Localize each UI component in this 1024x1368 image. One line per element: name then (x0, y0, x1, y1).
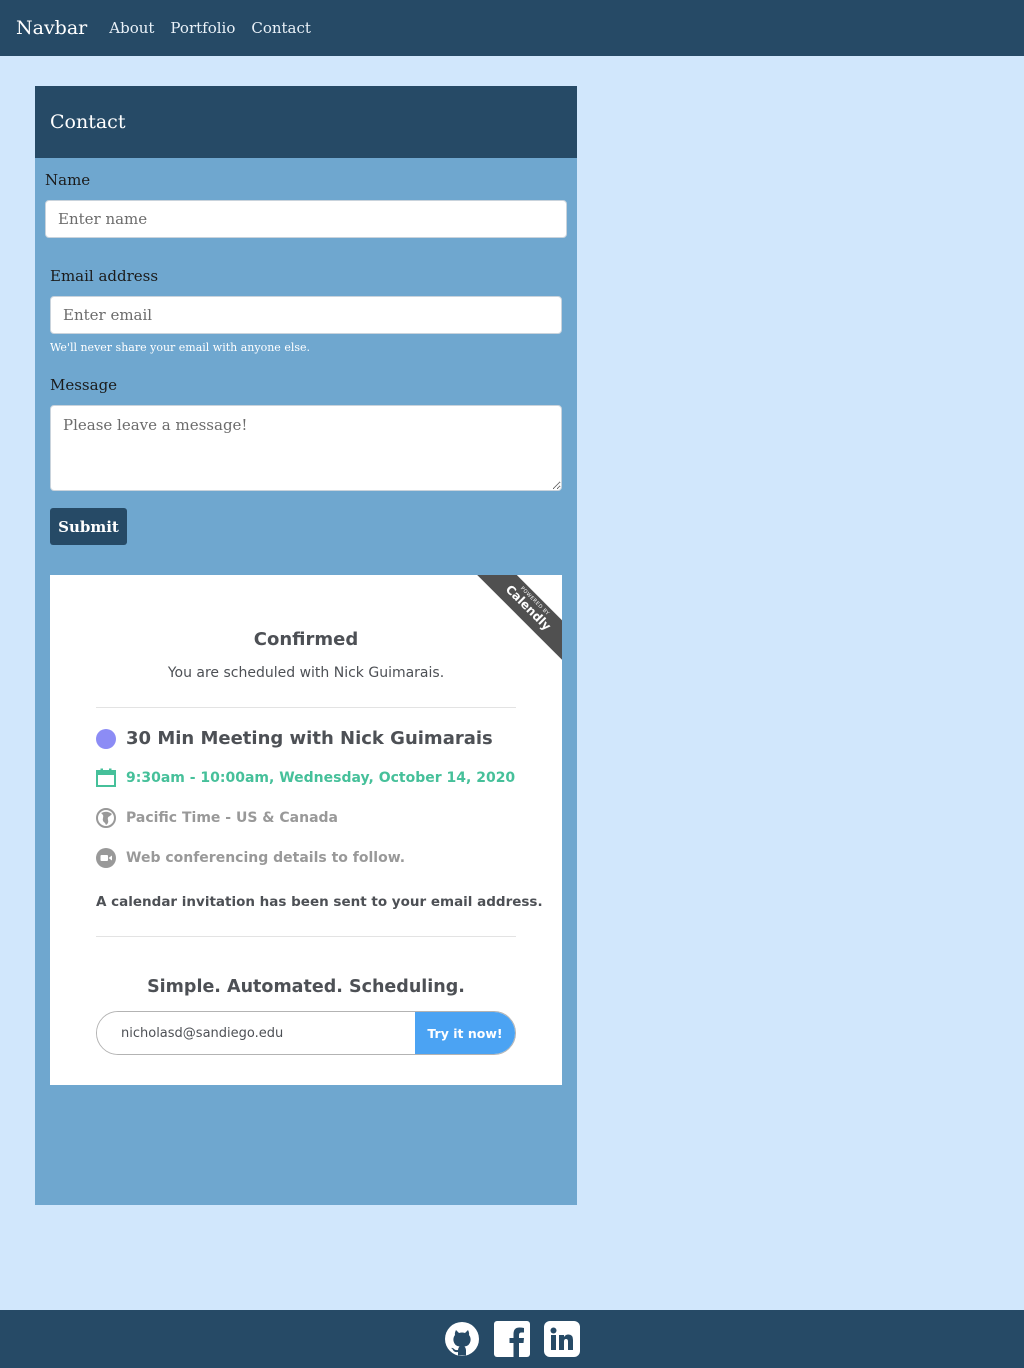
confirmation-subtitle: You are scheduled with Nick Guimarais. (167, 665, 445, 681)
facebook-icon[interactable] (494, 1321, 530, 1357)
navbar-brand[interactable]: Navbar (16, 17, 87, 39)
meeting-name: 30 Min Meeting with Nick Guimarais (126, 728, 493, 749)
nav-link-contact[interactable]: Contact (251, 19, 311, 37)
signup-email-input[interactable] (97, 1012, 415, 1054)
conferencing-text: Web conferencing details to follow. (126, 850, 406, 866)
message-label: Message (50, 376, 118, 394)
timezone-row: Pacific Time - US & Canada (96, 808, 338, 828)
name-input[interactable] (45, 200, 567, 238)
meeting-time: 9:30am - 10:00am, Wednesday, October 14,… (126, 770, 516, 786)
nav-link-about[interactable]: About (109, 19, 154, 37)
try-it-now-button[interactable]: Try it now! (415, 1012, 515, 1054)
conferencing-row: Web conferencing details to follow. (96, 848, 405, 868)
submit-button[interactable]: Submit (50, 508, 127, 545)
name-label: Name (45, 171, 91, 189)
invitation-notice: A calendar invitation has been sent to y… (96, 894, 543, 910)
event-color-dot-icon (96, 728, 116, 749)
contact-header: Contact (35, 86, 577, 158)
contact-card: Contact Name Email address We'll never s… (35, 86, 577, 1205)
calendly-widget: POWERED BY Calendly Confirmed You are sc… (50, 575, 562, 1085)
time-row: 9:30am - 10:00am, Wednesday, October 14,… (96, 768, 515, 788)
calendar-icon (96, 768, 116, 788)
navbar: Navbar About Portfolio Contact (0, 0, 1024, 56)
calendly-tagline: Simple. Automated. Scheduling. (147, 977, 465, 997)
ribbon-calendly: Calendly (502, 582, 554, 634)
divider-bottom (96, 936, 516, 937)
powered-by-ribbon[interactable]: POWERED BY Calendly (470, 575, 562, 667)
video-camera-icon (96, 848, 116, 868)
email-label: Email address (50, 267, 159, 285)
meeting-row: 30 Min Meeting with Nick Guimarais (96, 728, 493, 749)
timezone-text: Pacific Time - US & Canada (126, 810, 338, 826)
github-icon[interactable] (444, 1321, 480, 1357)
footer (0, 1310, 1024, 1368)
linkedin-icon[interactable] (544, 1321, 580, 1357)
message-textarea[interactable] (50, 405, 562, 491)
nav-link-portfolio[interactable]: Portfolio (170, 19, 235, 37)
email-help-text: We'll never share your email with anyone… (50, 341, 310, 354)
globe-icon (96, 808, 116, 828)
email-input[interactable] (50, 296, 562, 334)
divider-top (96, 707, 516, 708)
signup-form: Try it now! (96, 1011, 516, 1055)
confirmation-title: Confirmed (253, 629, 359, 650)
